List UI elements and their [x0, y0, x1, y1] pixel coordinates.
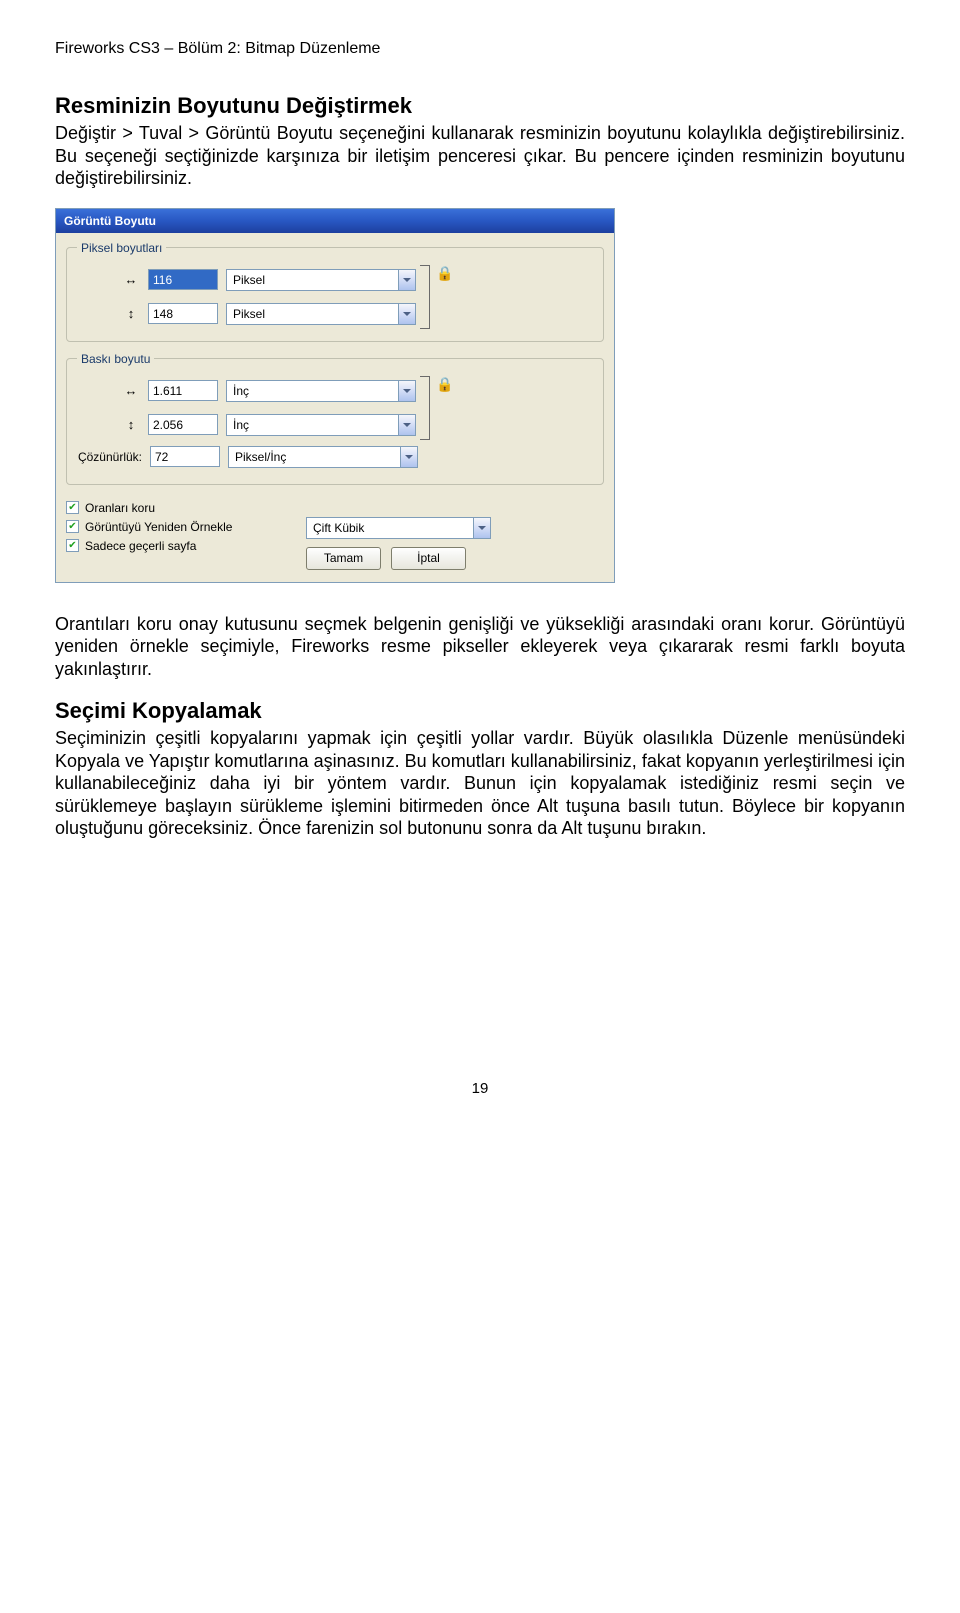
- vert-arrow-icon: ↕: [122, 417, 140, 432]
- current-page-label: Sadece geçerli sayfa: [85, 539, 196, 553]
- resample-method-label: Çift Kübik: [313, 521, 364, 535]
- section1-para: Değiştir > Tuval > Görüntü Boyutu seçene…: [55, 122, 905, 190]
- print-height-unit-label: İnç: [233, 418, 249, 432]
- pixel-width-unit-label: Piksel: [233, 273, 265, 287]
- checkmark-icon: ✔: [66, 520, 79, 533]
- section2-para: Orantıları koru onay kutusunu seçmek bel…: [55, 613, 905, 681]
- print-size-group: Baskı boyutu ↔ İnç ↕: [66, 352, 604, 485]
- current-page-checkbox[interactable]: ✔ Sadece geçerli sayfa: [66, 539, 286, 553]
- vert-arrow-icon: ↕: [122, 306, 140, 321]
- lock-icon[interactable]: 🔒: [436, 265, 453, 329]
- print-legend: Baskı boyutu: [77, 352, 154, 366]
- resample-label: Görüntüyü Yeniden Örnekle: [85, 520, 232, 534]
- chevron-down-icon: [398, 415, 415, 435]
- pixel-height-unit-label: Piksel: [233, 307, 265, 321]
- pixel-legend: Piksel boyutları: [77, 241, 166, 255]
- print-height-unit-combo[interactable]: İnç: [226, 414, 416, 436]
- ok-button[interactable]: Tamam: [306, 547, 381, 570]
- chevron-down-icon: [400, 447, 417, 467]
- resolution-unit-combo[interactable]: Piksel/İnç: [228, 446, 418, 468]
- page-number: 19: [55, 1080, 905, 1097]
- cancel-button[interactable]: İptal: [391, 547, 466, 570]
- link-bracket: [420, 265, 430, 329]
- dialog-title: Görüntü Boyutu: [64, 214, 156, 228]
- lock-icon[interactable]: 🔒: [436, 376, 453, 440]
- pixel-width-input[interactable]: [148, 269, 218, 290]
- pixel-height-unit-combo[interactable]: Piksel: [226, 303, 416, 325]
- resample-checkbox[interactable]: ✔ Görüntüyü Yeniden Örnekle: [66, 520, 286, 534]
- pixel-width-unit-combo[interactable]: Piksel: [226, 269, 416, 291]
- print-width-unit-label: İnç: [233, 384, 249, 398]
- print-height-input[interactable]: [148, 414, 218, 435]
- checkmark-icon: ✔: [66, 501, 79, 514]
- pixel-dimensions-group: Piksel boyutları ↔ Piksel ↕: [66, 241, 604, 342]
- dialog-titlebar: Görüntü Boyutu: [56, 209, 614, 233]
- print-width-unit-combo[interactable]: İnç: [226, 380, 416, 402]
- constrain-proportions-checkbox[interactable]: ✔ Oranları koru: [66, 501, 286, 515]
- resolution-label: Çözünürlük:: [67, 450, 142, 464]
- chevron-down-icon: [473, 518, 490, 538]
- chevron-down-icon: [398, 270, 415, 290]
- link-bracket: [420, 376, 430, 440]
- pixel-height-input[interactable]: [148, 303, 218, 324]
- horiz-arrow-icon: ↔: [122, 272, 140, 287]
- resolution-unit-label: Piksel/İnç: [235, 450, 286, 464]
- section-title-resize: Resminizin Boyutunu Değiştirmek: [55, 93, 905, 119]
- resample-method-combo[interactable]: Çift Kübik: [306, 517, 491, 539]
- chevron-down-icon: [398, 304, 415, 324]
- section3-para: Seçiminizin çeşitli kopyalarını yapmak i…: [55, 727, 905, 840]
- print-width-input[interactable]: [148, 380, 218, 401]
- page-header: Fireworks CS3 – Bölüm 2: Bitmap Düzenlem…: [55, 40, 905, 58]
- horiz-arrow-icon: ↔: [122, 383, 140, 398]
- chevron-down-icon: [398, 381, 415, 401]
- checkmark-icon: ✔: [66, 539, 79, 552]
- section-title-copy: Seçimi Kopyalamak: [55, 698, 905, 724]
- image-size-dialog: Görüntü Boyutu Piksel boyutları ↔ Piksel: [55, 208, 615, 583]
- constrain-label: Oranları koru: [85, 501, 155, 515]
- resolution-input[interactable]: [150, 446, 220, 467]
